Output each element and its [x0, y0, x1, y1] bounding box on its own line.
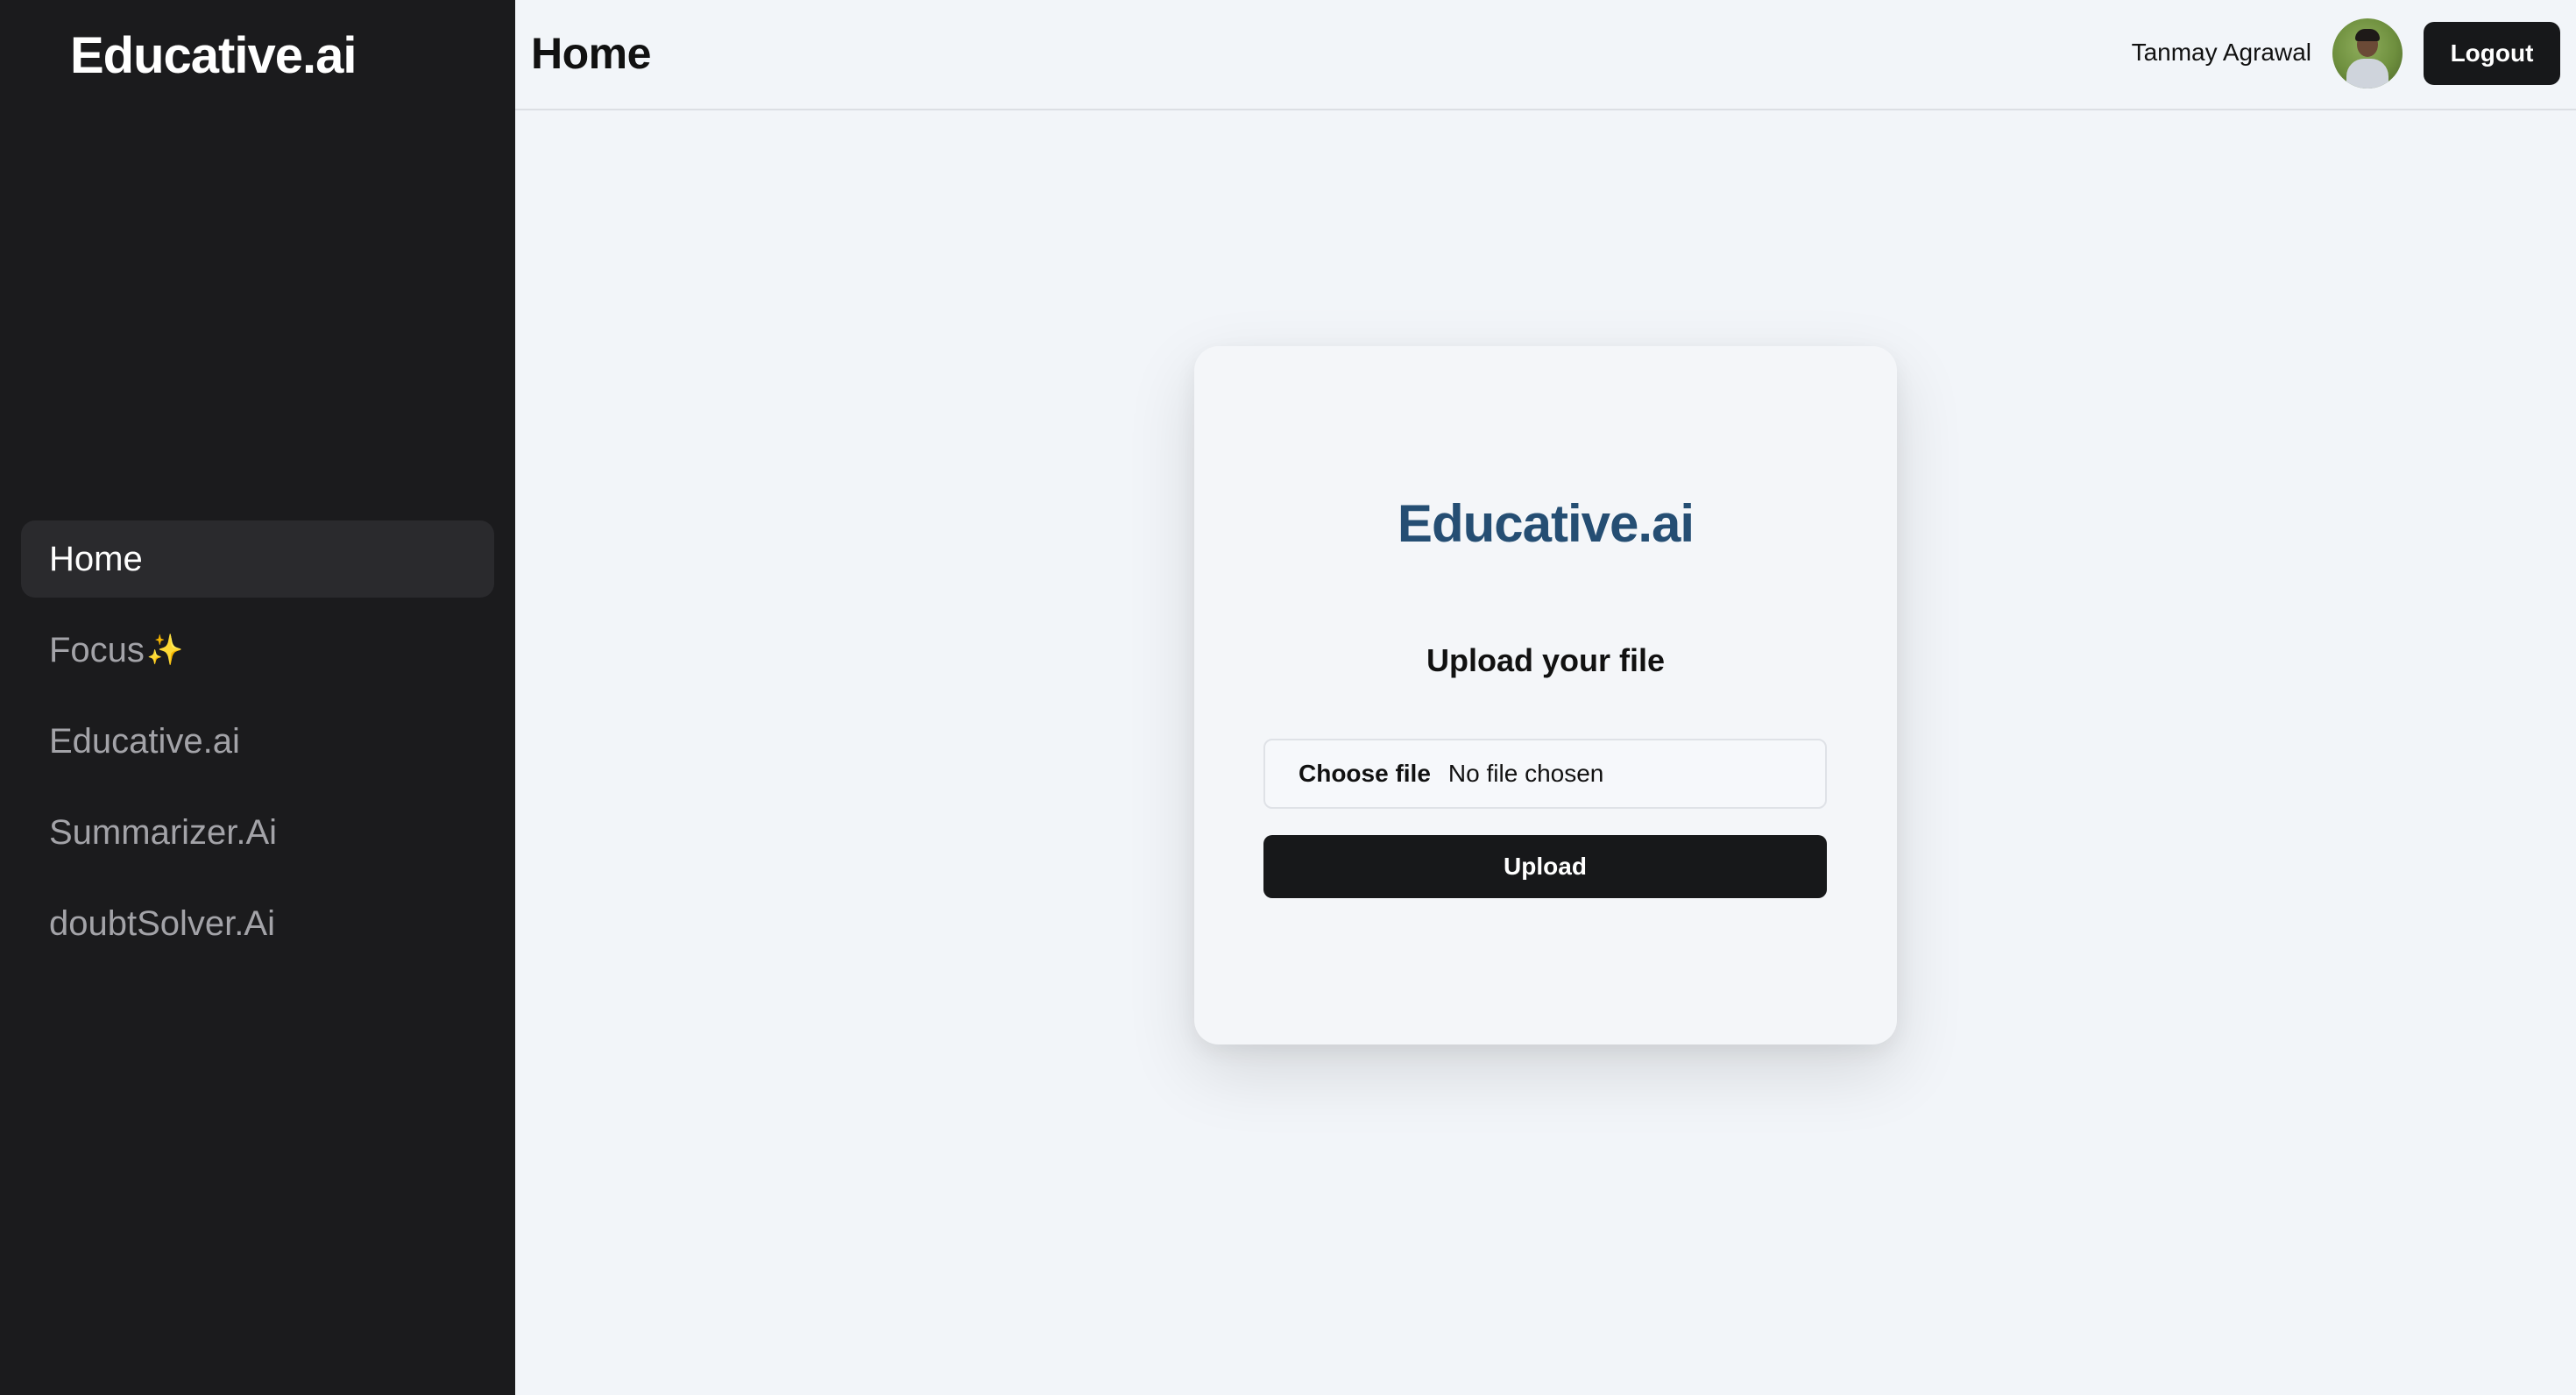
upload-heading: Upload your file [1426, 642, 1666, 678]
sidebar-item-label: Home [49, 539, 143, 578]
card-brand: Educative.ai [1397, 494, 1695, 553]
sidebar-item-label: Focus [49, 630, 145, 669]
avatar-torso [2346, 59, 2388, 89]
upload-button[interactable]: Upload [1263, 835, 1827, 898]
sidebar: Educative.ai Home Focus ✨ Educative.ai Su… [0, 0, 515, 1395]
sparkles-icon: ✨ [145, 634, 184, 667]
file-status: No file chosen [1447, 760, 1604, 787]
sidebar-item-focus[interactable]: Focus ✨ [21, 612, 494, 689]
page-title: Home [531, 29, 651, 78]
upload-card: Educative.ai Upload your file Choose fil… [1194, 346, 1897, 1044]
sidebar-nav: Home Focus ✨ Educative.ai Summarizer.Ai d… [21, 520, 494, 976]
sidebar-item-label: Educative.ai [49, 721, 240, 761]
file-input[interactable]: Choose file No file chosen [1263, 739, 1827, 809]
sidebar-item-label: Summarizer.Ai [49, 812, 278, 852]
avatar-hair [2355, 29, 2380, 41]
sidebar-brand[interactable]: Educative.ai [70, 26, 357, 85]
sidebar-item-label: doubtSolver.Ai [49, 903, 275, 943]
avatar[interactable] [2332, 18, 2403, 89]
top-bar: Home Tanmay Agrawal Logout [515, 0, 2576, 110]
user-name: Tanmay Agrawal [2131, 39, 2311, 66]
sidebar-item-educative[interactable]: Educative.ai [21, 703, 494, 780]
sidebar-item-summarizer[interactable]: Summarizer.Ai [21, 794, 494, 871]
logout-button[interactable]: Logout [2424, 22, 2560, 85]
choose-file-button[interactable]: Choose file [1299, 760, 1431, 788]
sidebar-item-doubtsolver[interactable]: doubtSolver.Ai [21, 885, 494, 962]
sidebar-item-home[interactable]: Home [21, 520, 494, 598]
